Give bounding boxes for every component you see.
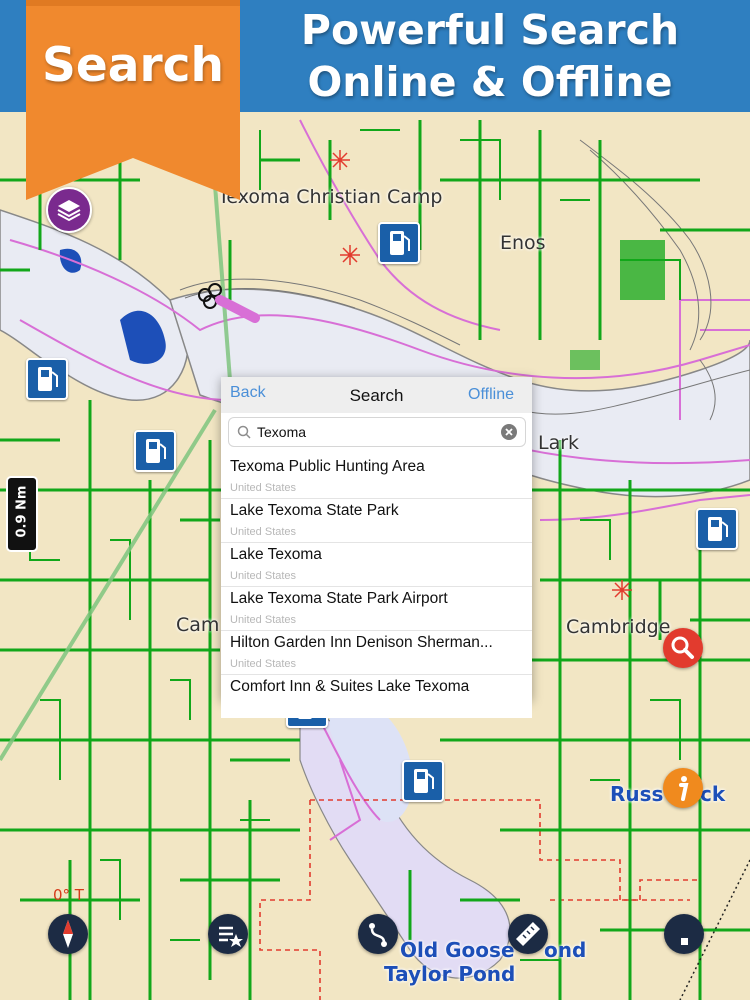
info-icon[interactable]: [663, 768, 703, 808]
result-title: Hilton Garden Inn Denison Sherman...: [230, 634, 493, 651]
result-title: Lake Texoma State Park Airport: [230, 590, 448, 607]
result-subtitle: United States: [230, 526, 297, 538]
search-input[interactable]: [257, 422, 497, 442]
map-label-cambridge: Cambridge: [566, 616, 671, 638]
result-subtitle: United States: [230, 614, 297, 626]
result-subtitle: United States: [230, 482, 297, 494]
record-stop-icon[interactable]: [664, 914, 704, 954]
map-label-cam: Cam: [176, 614, 220, 636]
list-item[interactable]: Lake Texoma State Park Airport United St…: [221, 587, 532, 631]
search-field[interactable]: [228, 417, 526, 447]
search-results-list: Texoma Public Hunting Area United States…: [221, 455, 532, 718]
map-label-taylor-pond: Taylor Pond: [384, 962, 516, 986]
fuel-station-icon[interactable]: [378, 222, 420, 264]
result-subtitle: United States: [230, 570, 297, 582]
map-label-lark: Lark: [538, 432, 580, 454]
headline-line-1: Powerful Search: [300, 6, 680, 54]
promo-headline: Powerful Search Online & Offline: [250, 4, 730, 108]
result-title: Comfort Inn & Suites Lake Texoma: [230, 678, 470, 695]
fuel-station-icon[interactable]: [134, 430, 176, 472]
result-title: Lake Texoma State Park: [230, 502, 399, 519]
map-label-old-goose-pond-a: Old Goose: [400, 938, 515, 962]
search-icon: [237, 425, 251, 439]
result-subtitle: United States: [230, 658, 297, 670]
list-item[interactable]: Comfort Inn & Suites Lake Texoma: [221, 675, 532, 718]
map-label-enos: Enos: [500, 232, 546, 254]
track-icon[interactable]: [358, 914, 398, 954]
offline-button[interactable]: Offline: [468, 386, 514, 404]
heading-readout: 0° T: [53, 886, 84, 904]
map-scale: 0.9 Nm: [6, 476, 38, 552]
ruler-icon[interactable]: [508, 914, 548, 954]
result-title: Lake Texoma: [230, 546, 322, 563]
search-ribbon: Search: [26, 0, 240, 200]
map-label-russell-end: ck: [700, 782, 726, 806]
layers-icon[interactable]: [46, 187, 92, 233]
magnifier-icon[interactable]: [663, 628, 703, 668]
scale-label: 0.9 Nm: [14, 485, 30, 538]
fuel-station-icon[interactable]: [696, 508, 738, 550]
result-title: Texoma Public Hunting Area: [230, 458, 425, 475]
list-item[interactable]: Lake Texoma United States: [221, 543, 532, 587]
compass-icon[interactable]: [48, 914, 88, 954]
map-label-camp: Texoma Christian Camp: [218, 186, 443, 208]
search-panel: Back Search Offline Texoma Public Huntin…: [221, 377, 532, 718]
search-panel-header: Back Search Offline: [221, 377, 532, 413]
list-item[interactable]: Texoma Public Hunting Area United States: [221, 455, 532, 499]
list-item[interactable]: Lake Texoma State Park United States: [221, 499, 532, 543]
map-label-old-goose-pond-b: ond: [544, 938, 587, 962]
map-label-russell: Russ: [610, 782, 664, 806]
fuel-station-icon[interactable]: [402, 760, 444, 802]
list-item[interactable]: Hilton Garden Inn Denison Sherman... Uni…: [221, 631, 532, 675]
fuel-station-icon[interactable]: [26, 358, 68, 400]
ribbon-label: Search: [42, 38, 224, 93]
headline-line-2: Online & Offline: [307, 58, 673, 106]
clear-icon[interactable]: [501, 424, 517, 440]
route-list-icon[interactable]: [208, 914, 248, 954]
